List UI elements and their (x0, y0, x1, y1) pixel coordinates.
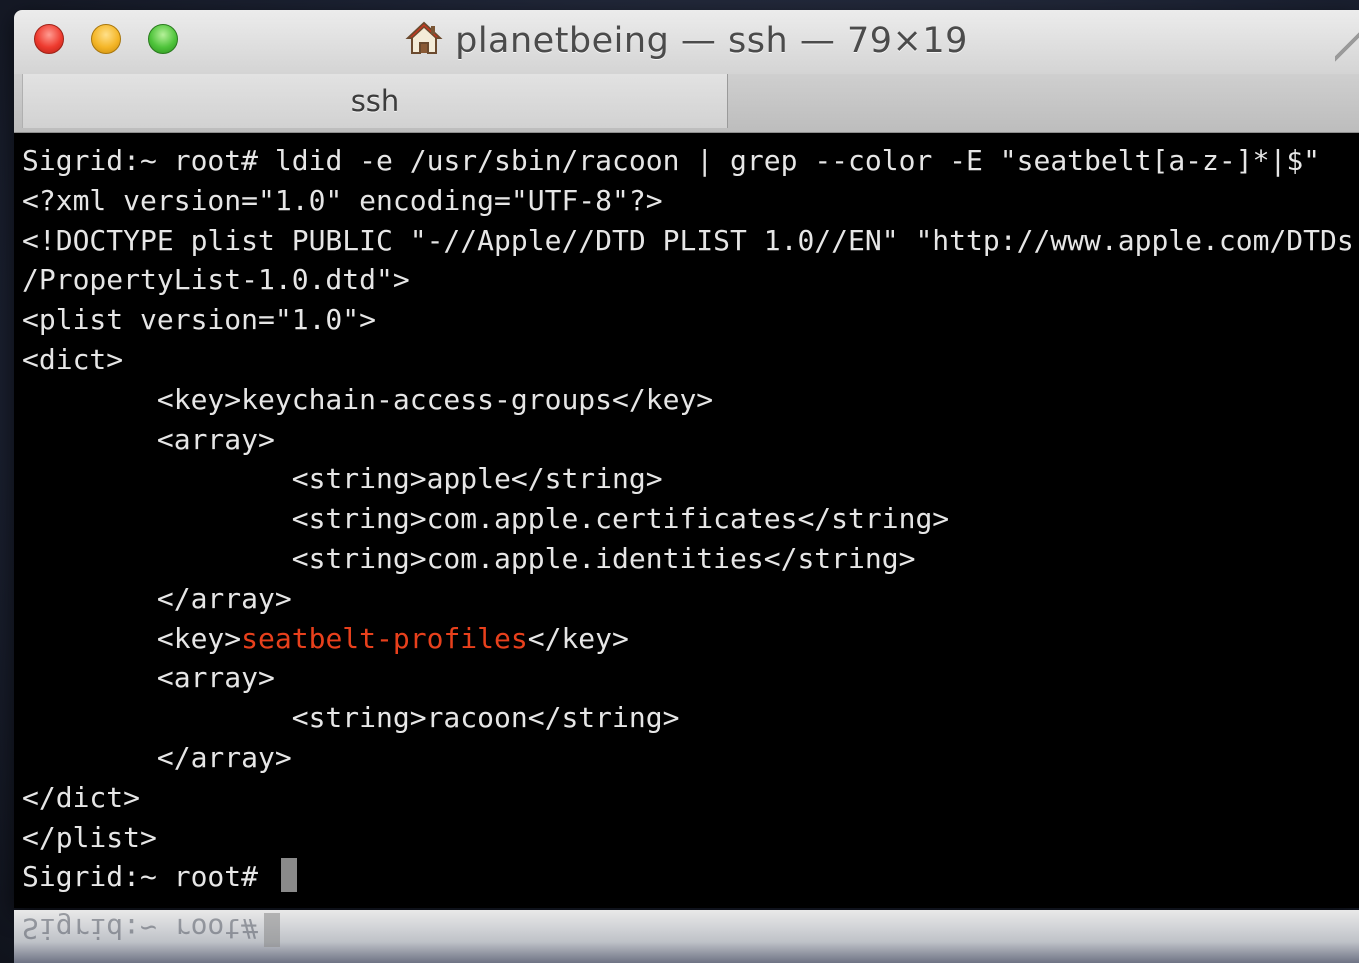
output-text: </key> (527, 621, 629, 655)
output-line: <array> (22, 661, 275, 695)
window-title: planetbeing — ssh — 79×19 (455, 21, 968, 61)
output-line: <plist version="1.0"> (22, 303, 377, 337)
output-line: </array> (22, 581, 292, 615)
terminal-window: planetbeing — ssh — 79×19 ssh Sigrid:~ r… (14, 10, 1359, 908)
output-line: </plist> (22, 820, 157, 854)
output-line: <string>apple</string> (22, 462, 663, 496)
output-line: <string>com.apple.identities</string> (22, 541, 916, 575)
title-bar[interactable]: planetbeing — ssh — 79×19 (14, 10, 1359, 75)
output-line: /PropertyList-1.0.dtd"> (22, 263, 410, 297)
prompt: Sigrid:~ root# (22, 860, 275, 894)
text-cursor (280, 858, 297, 893)
output-line: <string>com.apple.certificates</string> (22, 502, 950, 536)
grep-match-highlight: seatbelt-profiles (241, 621, 528, 655)
command-text: ldid -e /usr/sbin/racoon | grep --color … (274, 144, 1321, 177)
output-text: <key> (22, 621, 242, 655)
output-line: <dict> (22, 342, 124, 376)
reflection-prompt: Sigrid:~ root# (22, 912, 259, 945)
tab-bar: ssh (14, 74, 1359, 133)
output-line: <key>keychain-access-groups</key> (22, 382, 714, 416)
fullscreen-icon[interactable] (1335, 32, 1359, 62)
reflection-cursor (264, 913, 281, 947)
output-line: </array> (22, 740, 292, 774)
command-line: Sigrid:~ root# ldid -e /usr/sbin/racoon … (22, 141, 1359, 181)
prompt: Sigrid:~ root# (22, 144, 275, 177)
output-line: </dict> (22, 780, 141, 814)
output-line: <array> (22, 422, 275, 456)
window-title-group: planetbeing — ssh — 79×19 (14, 20, 1359, 61)
output-line: <!DOCTYPE plist PUBLIC "-//Apple//DTD PL… (22, 223, 1354, 257)
home-icon (405, 21, 443, 54)
output-line: <?xml version="1.0" encoding="UTF-8"?> (22, 183, 663, 217)
tab-ssh[interactable]: ssh (22, 74, 728, 128)
output-line-highlight: <key>seatbelt-profiles</key> (22, 619, 1359, 659)
terminal-output[interactable]: Sigrid:~ root# ldid -e /usr/sbin/racoon … (14, 133, 1359, 908)
final-prompt-line: Sigrid:~ root# (22, 857, 1359, 897)
reflection-text: Sigrid:~ root# (22, 912, 281, 947)
output-line: <string>racoon</string> (22, 701, 680, 735)
window-reflection: Sigrid:~ root# (14, 910, 1359, 963)
